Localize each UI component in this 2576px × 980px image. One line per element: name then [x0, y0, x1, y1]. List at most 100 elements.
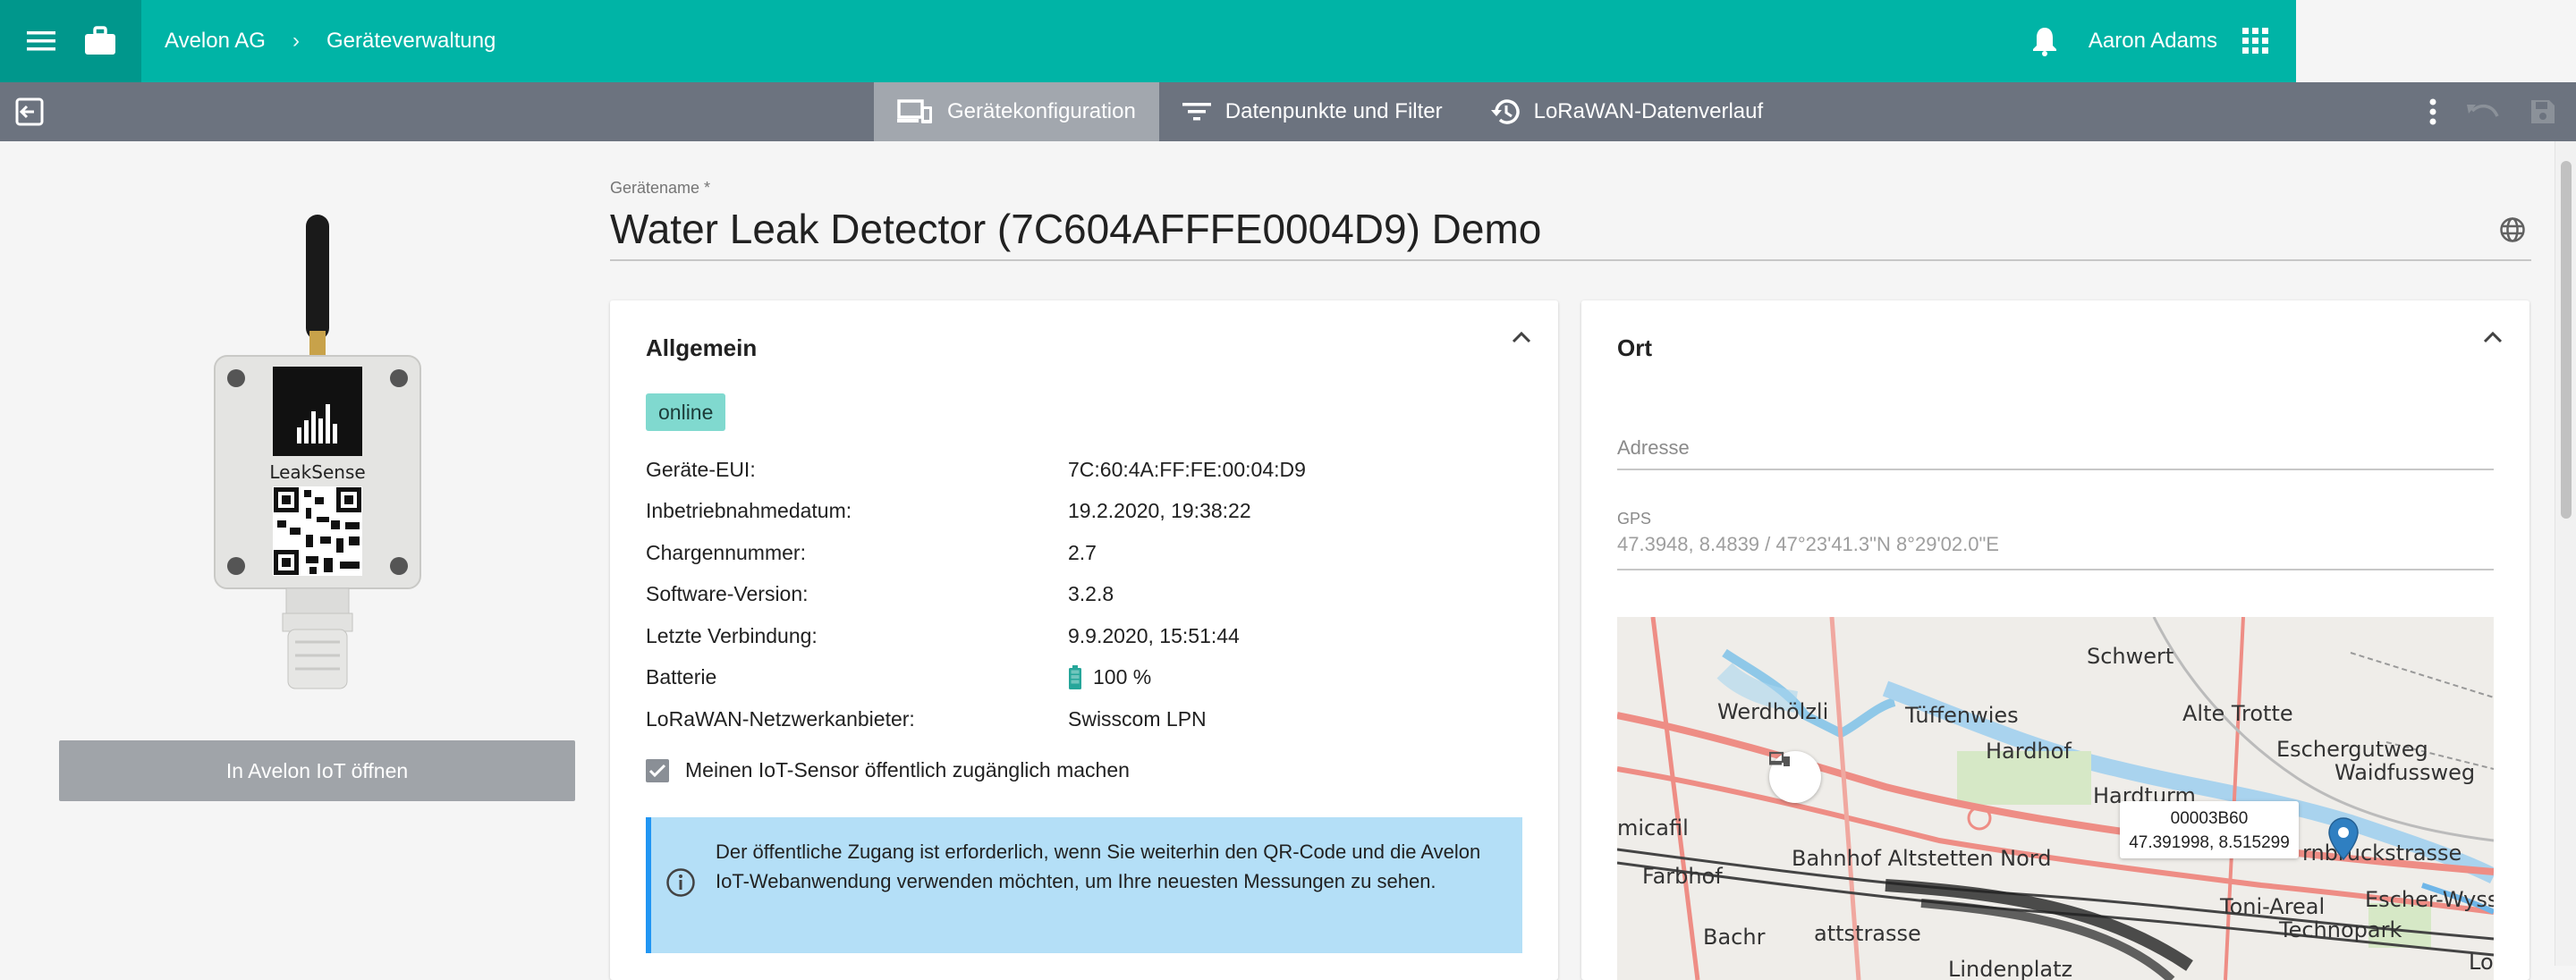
globe-icon[interactable] [2499, 216, 2526, 243]
info-banner: Der öffentliche Zugang ist erforderlich,… [646, 817, 1522, 953]
public-access-checkbox[interactable] [646, 758, 669, 782]
scrollbar-thumb[interactable] [2561, 161, 2572, 519]
topbar-blank-area [2296, 0, 2576, 82]
user-name[interactable]: Aaron Adams [2089, 29, 2217, 54]
device-name-field[interactable]: Water Leak Detector (7C604AFFFE0004D9) D… [610, 199, 2531, 261]
undo-icon[interactable] [2467, 102, 2499, 122]
info-key: Inbetriebnahmedatum: [646, 499, 852, 523]
breadcrumb: Avelon AG › Geräteverwaltung [165, 29, 496, 54]
info-value: 2.7 [1068, 541, 1097, 565]
network-provider-value: Swisscom LPN [1068, 706, 1207, 731]
info-key: Batterie [646, 665, 717, 689]
location-card: Ort Adresse GPS 47.3948, 8.4839 / 47°23'… [1581, 300, 2529, 980]
devices-icon [897, 98, 933, 125]
info-row-battery: Batterie 100 % [646, 657, 1522, 699]
map-label: Technopark [2279, 917, 2402, 942]
info-row-commissioning-date: Inbetriebnahmedatum: 19.2.2020, 19:38:22 [646, 491, 1522, 533]
battery-value: 100 % [1093, 665, 1152, 689]
map-label: Bahnhof Altstetten Nord [1792, 846, 2052, 871]
open-in-avelon-iot-button[interactable]: In Avelon IoT öffnen [59, 740, 575, 801]
devices-icon [1769, 751, 1790, 766]
address-label: Adresse [1617, 436, 1690, 459]
map-label: Alte Trotte [2182, 701, 2293, 726]
info-key: Software-Version: [646, 582, 809, 606]
tab-lorawan-datenverlauf[interactable]: LoRaWAN-Datenverlauf [1466, 82, 1787, 141]
public-access-label[interactable]: Meinen IoT-Sensor öffentlich zugänglich … [685, 758, 1130, 782]
tab-datenpunkte-und-filter[interactable]: Datenpunkte und Filter [1159, 82, 1466, 141]
popup-device-id: 00003B60 [2170, 809, 2249, 828]
info-icon [665, 837, 696, 953]
info-value: 9.9.2020, 15:51:44 [1068, 624, 1240, 648]
info-row-last-connection: Letzte Verbindung: 9.9.2020, 15:51:44 [646, 615, 1522, 657]
more-vert-icon[interactable] [2429, 98, 2436, 125]
software-version-value: 3.2.8 [1068, 582, 1114, 606]
commissioning-date-value: 19.2.2020, 19:38:22 [1068, 499, 1251, 523]
save-icon[interactable] [2529, 98, 2556, 125]
map-label: Lindenplatz [1948, 957, 2073, 980]
page-scrollbar[interactable] [2555, 141, 2576, 966]
map-label: Toni-Areal [2220, 894, 2326, 919]
info-key: Letzte Verbindung: [646, 623, 818, 647]
info-value: 100 % [1068, 664, 1152, 690]
map-label: Hardhof [1986, 739, 2072, 764]
status-badge: online [646, 393, 726, 431]
map-label: Waidfussweg [2334, 760, 2476, 785]
history-icon [1489, 97, 1520, 126]
device-name-value[interactable]: Water Leak Detector (7C604AFFFE0004D9) D… [610, 205, 1541, 253]
toolbar-actions [2429, 82, 2576, 141]
map-label: rnbruckstrasse [2302, 841, 2462, 866]
breadcrumb-page[interactable]: Geräteverwaltung [326, 29, 496, 54]
location-map[interactable]: Schwert Werdhölzli Tüffenwies Alte Trott… [1617, 617, 2494, 980]
topbar-actions: Aaron Adams [2031, 0, 2576, 82]
info-key: Chargennummer: [646, 540, 806, 564]
app-menu-area [0, 0, 141, 82]
info-row-batch-number: Chargennummer: 2.7 [646, 532, 1522, 574]
tab-label: Datenpunkte und Filter [1224, 99, 1443, 123]
popup-coords: 47.391998, 8.515299 [2129, 833, 2290, 852]
gps-label: GPS [1617, 510, 1652, 528]
check-icon [648, 764, 666, 777]
tab-label: LoRaWAN-Datenverlauf [1533, 99, 1764, 123]
map-label: Escher-Wyss [2365, 887, 2494, 912]
bell-icon[interactable] [2031, 26, 2058, 56]
map-label: Werdhölzli [1717, 699, 1829, 724]
exit-icon[interactable] [14, 97, 45, 127]
info-row-eui: Geräte-EUI: 7C:60:4A:FF:FE:00:04:D9 [646, 449, 1522, 491]
device-image: LeakSense [206, 213, 429, 696]
info-value: 19.2.2020, 19:38:22 [1068, 499, 1251, 523]
info-key: Geräte-EUI: [646, 457, 756, 481]
briefcase-icon[interactable] [84, 26, 116, 56]
info-row-network-provider: LoRaWAN-Netzwerkanbieter: Swisscom LPN [646, 698, 1522, 740]
map-label: Tüffenwies [1905, 703, 2019, 728]
menu-icon[interactable] [27, 29, 57, 54]
device-brand-label: LeakSense [269, 461, 365, 483]
breadcrumb-company[interactable]: Avelon AG [165, 29, 266, 54]
gps-value[interactable]: 47.3948, 8.4839 / 47°23'41.3"N 8°29'02.0… [1617, 533, 1999, 556]
public-access-checkbox-row[interactable]: Meinen IoT-Sensor öffentlich zugänglich … [646, 758, 1130, 782]
breadcrumb-separator: › [292, 29, 300, 53]
map-label: Eschergutweg [2276, 737, 2428, 762]
battery-full-icon [1068, 664, 1082, 690]
tab-bar: Gerätekonfiguration Datenpunkte und Filt… [874, 82, 1786, 141]
batch-number-value: 2.7 [1068, 540, 1097, 564]
chevron-up-icon[interactable] [2483, 331, 2503, 343]
tab-label: Gerätekonfiguration [947, 99, 1136, 123]
chevron-up-icon[interactable] [1512, 331, 1531, 343]
address-input[interactable] [1617, 469, 2494, 470]
info-value: 7C:60:4A:FF:FE:00:04:D9 [1068, 458, 1306, 482]
device-info-list: Geräte-EUI: 7C:60:4A:FF:FE:00:04:D9 Inbet… [646, 449, 1522, 740]
map-label: attstrasse [1814, 921, 1921, 946]
tab-geraetekonfiguration[interactable]: Gerätekonfiguration [874, 82, 1159, 141]
apps-grid-icon[interactable] [2242, 28, 2269, 55]
eui-value: 7C:60:4A:FF:FE:00:04:D9 [1068, 457, 1306, 481]
info-value: 3.2.8 [1068, 582, 1114, 606]
device-name-label: Gerätename * [610, 179, 711, 197]
gps-input-line [1617, 569, 2494, 570]
secondary-toolbar: Gerätekonfiguration Datenpunkte und Filt… [0, 82, 2576, 141]
info-row-software-version: Software-Version: 3.2.8 [646, 574, 1522, 616]
last-connection-value: 9.9.2020, 15:51:44 [1068, 623, 1240, 647]
device-cluster-marker[interactable] [1769, 751, 1821, 803]
info-banner-text: Der öffentliche Zugang ist erforderlich,… [716, 841, 1481, 892]
location-card-title: Ort [1617, 334, 1652, 361]
map-popup: 00003B60 47.391998, 8.515299 [2120, 801, 2299, 858]
